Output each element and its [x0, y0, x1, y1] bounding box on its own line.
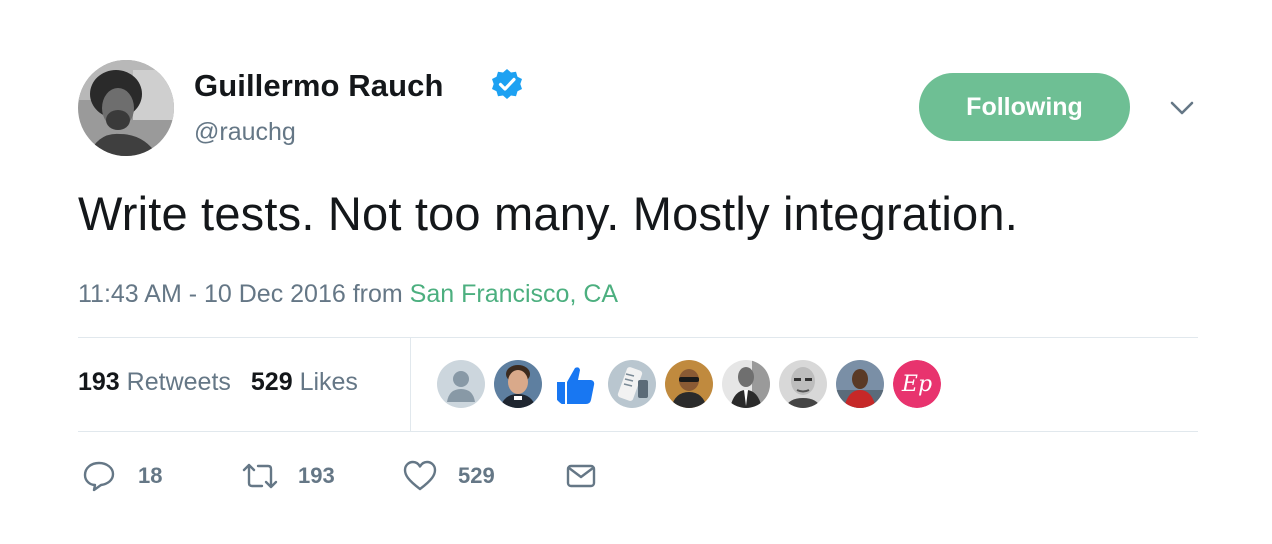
retweets-count: 193 [78, 368, 120, 396]
following-button[interactable]: Following [919, 73, 1130, 141]
like-count: 529 [458, 463, 495, 488]
reply-icon [82, 459, 116, 493]
likes-label: Likes [299, 368, 358, 396]
tweet-timestamp[interactable]: 11:43 AM - 10 Dec 2016 from [78, 280, 403, 308]
liker-avatar[interactable] [665, 360, 713, 408]
liker-avatar-ep-logo-icon[interactable]: Ep [893, 360, 941, 408]
liker-avatar-default[interactable] [437, 360, 485, 408]
likes-stat[interactable]: 529 Likes [251, 368, 358, 396]
heart-icon [402, 459, 438, 493]
stats-divider [410, 338, 411, 431]
author-name[interactable]: Guillermo Rauch [194, 68, 444, 104]
liker-avatar[interactable] [494, 360, 542, 408]
divider [78, 337, 1198, 338]
retweets-label: Retweets [126, 368, 231, 396]
author-avatar[interactable] [78, 60, 174, 156]
divider [78, 431, 1198, 432]
author-handle[interactable]: @rauchg [194, 118, 296, 147]
liker-avatar[interactable] [608, 360, 656, 408]
tweet-location-link[interactable]: San Francisco, CA [410, 280, 618, 308]
retweets-stat[interactable]: 193 Retweets [78, 368, 231, 396]
reply-count: 18 [138, 463, 163, 488]
chevron-down-icon[interactable] [1168, 98, 1196, 118]
direct-message-button[interactable] [564, 458, 598, 494]
liker-avatar-thumbs-up-icon[interactable] [551, 360, 599, 408]
retweet-icon [240, 459, 280, 493]
liker-avatar[interactable] [722, 360, 770, 408]
liker-avatar[interactable] [836, 360, 884, 408]
retweet-button[interactable]: 193 [240, 458, 335, 494]
likes-count: 529 [250, 368, 293, 396]
like-button[interactable]: 529 [402, 458, 495, 494]
verified-badge-icon [490, 68, 524, 102]
envelope-icon [564, 459, 598, 493]
tweet-text: Write tests. Not too many. Mostly integr… [78, 187, 1018, 240]
svg-text:Ep: Ep [901, 372, 932, 397]
tweet-stats: 193 Retweets 529 Likes [78, 368, 358, 397]
reply-button[interactable]: 18 [82, 458, 162, 494]
tweet-meta: 11:43 AM - 10 Dec 2016 from San Francisc… [78, 280, 618, 309]
liker-avatar[interactable] [779, 360, 827, 408]
retweet-count: 193 [298, 463, 335, 488]
